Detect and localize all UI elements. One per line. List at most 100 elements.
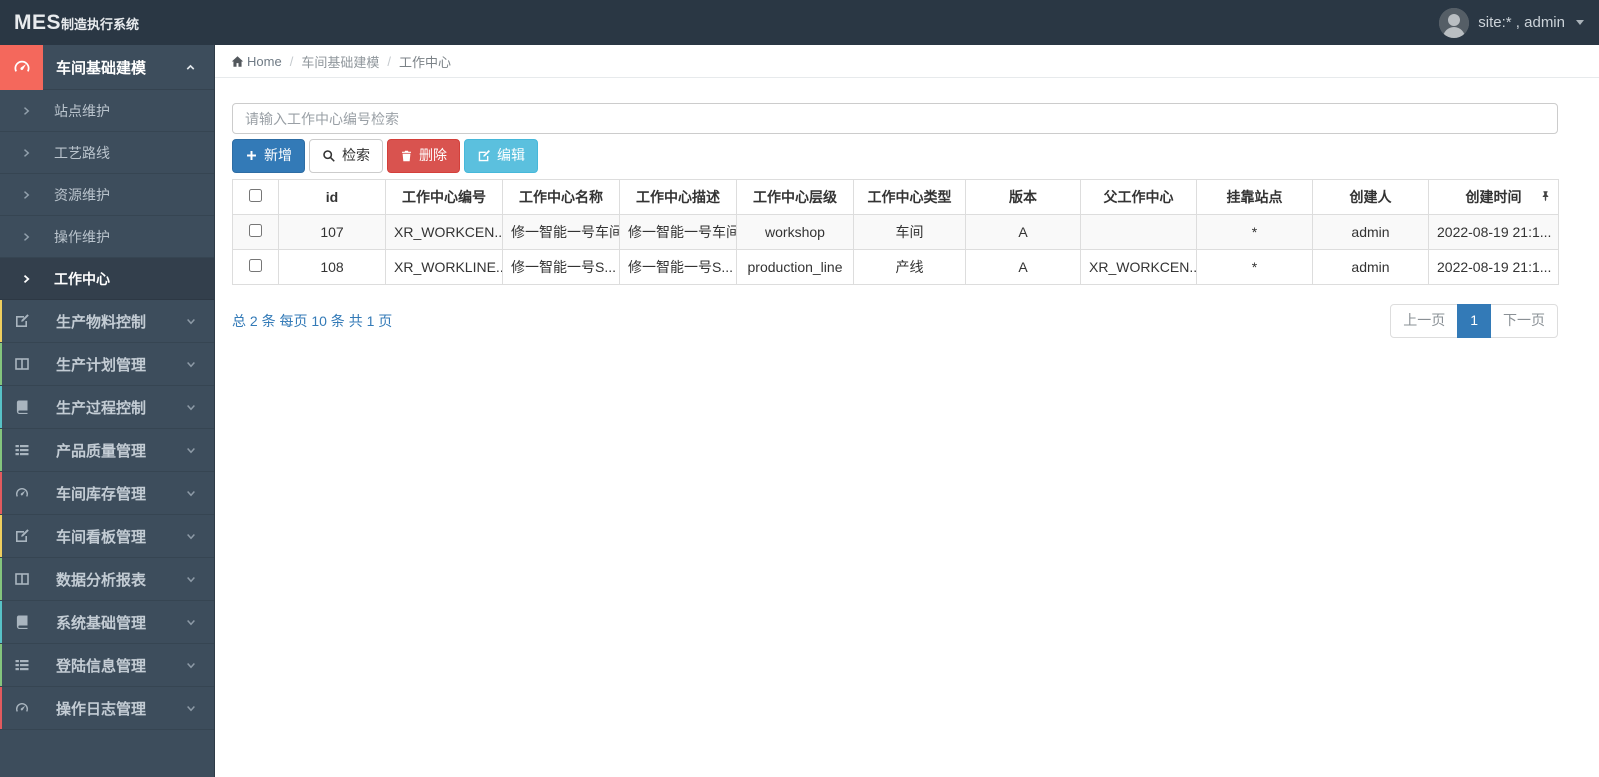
brand-subtitle: 制造执行系统 <box>61 16 140 32</box>
pencil-square-icon <box>0 528 43 544</box>
th-creator[interactable]: 创建人 <box>1312 178 1429 215</box>
cell-type: 车间 <box>853 213 966 250</box>
sidebar-submenu: 站点维护 工艺路线 资源维护 操作维护 工作中心 <box>0 90 214 300</box>
th-code[interactable]: 工作中心编号 <box>385 178 503 215</box>
chevron-down-icon <box>185 358 197 370</box>
sidebar-group-workshop-modeling[interactable]: 车间基础建模 <box>0 45 214 90</box>
sidebar-item-label: 数据分析报表 <box>56 571 147 589</box>
cell-parent <box>1080 213 1197 250</box>
chevron-down-icon <box>185 487 197 499</box>
th-description[interactable]: 工作中心描述 <box>619 178 737 215</box>
chevron-right-icon <box>20 105 32 117</box>
row-checkbox[interactable] <box>249 223 262 237</box>
sidebar-item-label: 资源维护 <box>54 186 110 203</box>
th-station[interactable]: 挂靠站点 <box>1196 178 1313 215</box>
breadcrumb-current: 工作中心 <box>398 54 451 70</box>
sidebar-item-label: 生产计划管理 <box>56 356 147 374</box>
search-button[interactable]: 检索 <box>309 139 383 173</box>
cell-code: XR_WORKCEN... <box>385 213 503 250</box>
gauge-icon <box>0 700 43 716</box>
book-icon <box>0 399 43 415</box>
cell-parent: XR_WORKCEN... <box>1080 248 1197 285</box>
sidebar-item-material-control[interactable]: 生产物料控制 <box>0 300 214 343</box>
breadcrumb-separator: / <box>387 53 391 69</box>
sidebar-item-process-control[interactable]: 生产过程控制 <box>0 386 214 429</box>
person-silhouette-icon <box>1439 7 1470 38</box>
cell-station: * <box>1196 248 1313 285</box>
columns-icon <box>0 356 43 372</box>
search-input[interactable] <box>232 103 1558 134</box>
sidebar-item-label: 操作日志管理 <box>56 700 147 718</box>
th-create-time[interactable]: 创建时间 <box>1428 178 1559 215</box>
color-strip <box>0 343 2 385</box>
cell-id: 108 <box>278 248 386 285</box>
brand-mes: MES <box>14 10 62 34</box>
th-version[interactable]: 版本 <box>965 178 1081 215</box>
color-strip <box>0 386 2 428</box>
sidebar-item-inventory-management[interactable]: 车间库存管理 <box>0 472 214 515</box>
sidebar-item-operation-maintenance[interactable]: 操作维护 <box>0 216 214 258</box>
color-strip <box>0 429 2 471</box>
chevron-right-icon <box>20 189 32 201</box>
sidebar-item-site-maintenance[interactable]: 站点维护 <box>0 90 214 132</box>
color-strip <box>0 601 2 643</box>
cell-version: A <box>965 213 1081 250</box>
row-checkbox[interactable] <box>249 258 262 272</box>
pagination-prev-button[interactable]: 上一页 <box>1390 303 1459 338</box>
color-strip <box>0 515 2 557</box>
brand-logo[interactable]: MES 制造执行系统 <box>14 11 139 35</box>
top-navbar: MES 制造执行系统 site:* , admin <box>0 0 1599 45</box>
caret-down-icon <box>1576 20 1584 25</box>
user-label: site:* , admin <box>1478 14 1565 31</box>
breadcrumb-level1[interactable]: 车间基础建模 <box>301 52 379 71</box>
sidebar-item-label: 车间看板管理 <box>56 528 147 546</box>
pagination-next-button[interactable]: 下一页 <box>1490 303 1558 338</box>
table-row[interactable]: 107 XR_WORKCEN... 修一智能一号车间 修一智能一号车间 work… <box>232 213 1559 250</box>
cell-version: A <box>965 248 1081 285</box>
thumbtack-icon[interactable] <box>1540 189 1551 205</box>
sidebar-item-label: 站点维护 <box>54 102 110 119</box>
delete-button[interactable]: 删除 <box>387 139 460 173</box>
book-icon <box>0 614 43 630</box>
pagination-page-1[interactable]: 1 <box>1457 303 1491 338</box>
sidebar-item-label: 生产物料控制 <box>56 313 147 331</box>
sidebar-item-data-report[interactable]: 数据分析报表 <box>0 558 214 601</box>
select-all-checkbox[interactable] <box>249 188 262 202</box>
sidebar-item-quality-management[interactable]: 产品质量管理 <box>0 429 214 472</box>
chevron-down-icon <box>185 659 197 671</box>
sidebar-item-plan-management[interactable]: 生产计划管理 <box>0 343 214 386</box>
add-button[interactable]: 新增 <box>232 139 305 173</box>
cell-code: XR_WORKLINE... <box>385 248 503 285</box>
sidebar-item-login-info-management[interactable]: 登陆信息管理 <box>0 644 214 687</box>
cell-station: * <box>1196 213 1313 250</box>
th-parent[interactable]: 父工作中心 <box>1080 178 1197 215</box>
content-panel: 新增 检索 删除 编辑 <box>215 78 1599 338</box>
search-button-label: 检索 <box>342 147 370 163</box>
color-strip <box>0 644 2 686</box>
breadcrumb-home-link[interactable]: Home <box>231 54 282 69</box>
edit-button[interactable]: 编辑 <box>464 139 538 173</box>
chevron-right-icon <box>20 231 32 243</box>
toolbar: 新增 检索 删除 编辑 <box>232 139 1558 173</box>
cell-id: 107 <box>278 213 386 250</box>
sidebar-item-system-management[interactable]: 系统基础管理 <box>0 601 214 644</box>
sidebar-item-resource-maintenance[interactable]: 资源维护 <box>0 174 214 216</box>
plus-icon <box>247 151 256 161</box>
sidebar-item-operation-log-management[interactable]: 操作日志管理 <box>0 687 214 730</box>
work-center-table: id 工作中心编号 工作中心名称 工作中心描述 工作中心层级 工作中心类型 版本… <box>232 178 1559 285</box>
pencil-square-icon <box>0 313 43 329</box>
sidebar-item-work-center[interactable]: 工作中心 <box>0 258 214 300</box>
user-menu[interactable]: site:* , admin <box>1439 7 1584 38</box>
th-level[interactable]: 工作中心层级 <box>736 178 854 215</box>
user-avatar <box>1439 7 1470 38</box>
th-name[interactable]: 工作中心名称 <box>502 178 620 215</box>
th-id[interactable]: id <box>278 178 386 215</box>
chevron-down-icon <box>185 702 197 714</box>
sidebar-item-process-route[interactable]: 工艺路线 <box>0 132 214 174</box>
table-row[interactable]: 108 XR_WORKLINE... 修一智能一号S... 修一智能一号S...… <box>232 248 1559 285</box>
chevron-down-icon <box>185 315 197 327</box>
color-strip <box>0 472 2 514</box>
sidebar-item-label: 产品质量管理 <box>56 442 147 460</box>
th-type[interactable]: 工作中心类型 <box>853 178 966 215</box>
sidebar-item-kanban-management[interactable]: 车间看板管理 <box>0 515 214 558</box>
